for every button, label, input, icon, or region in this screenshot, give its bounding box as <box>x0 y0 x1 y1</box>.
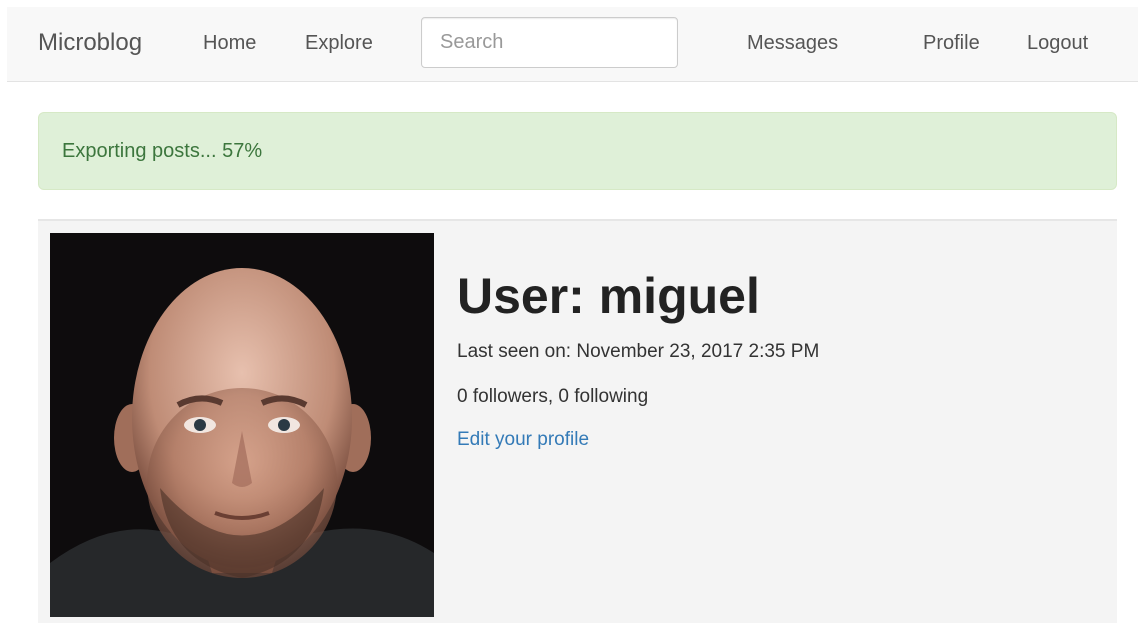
edit-profile-link[interactable]: Edit your profile <box>457 429 589 451</box>
nav-link-logout[interactable]: Logout <box>1027 32 1088 55</box>
nav-link-messages[interactable]: Messages <box>747 32 838 55</box>
profile-username-heading: User: miguel <box>457 268 760 324</box>
avatar <box>50 233 434 617</box>
alert-message: Exporting posts... 57% <box>62 140 263 162</box>
avatar-photo <box>50 233 434 617</box>
brand-link[interactable]: Microblog <box>38 29 142 57</box>
last-seen-text: Last seen on: November 23, 2017 2:35 PM <box>457 341 820 362</box>
follow-counts-text: 0 followers, 0 following <box>457 386 649 407</box>
nav-link-home[interactable]: Home <box>203 32 256 55</box>
export-progress-alert: Exporting posts... 57% <box>38 112 1117 190</box>
nav-link-explore[interactable]: Explore <box>305 32 373 55</box>
nav-link-profile[interactable]: Profile <box>923 32 980 55</box>
search-input[interactable] <box>421 17 678 68</box>
navbar: Microblog Home Explore Messages Profile … <box>7 7 1138 82</box>
profile-panel: User: miguel Last seen on: November 23, … <box>38 221 1117 623</box>
